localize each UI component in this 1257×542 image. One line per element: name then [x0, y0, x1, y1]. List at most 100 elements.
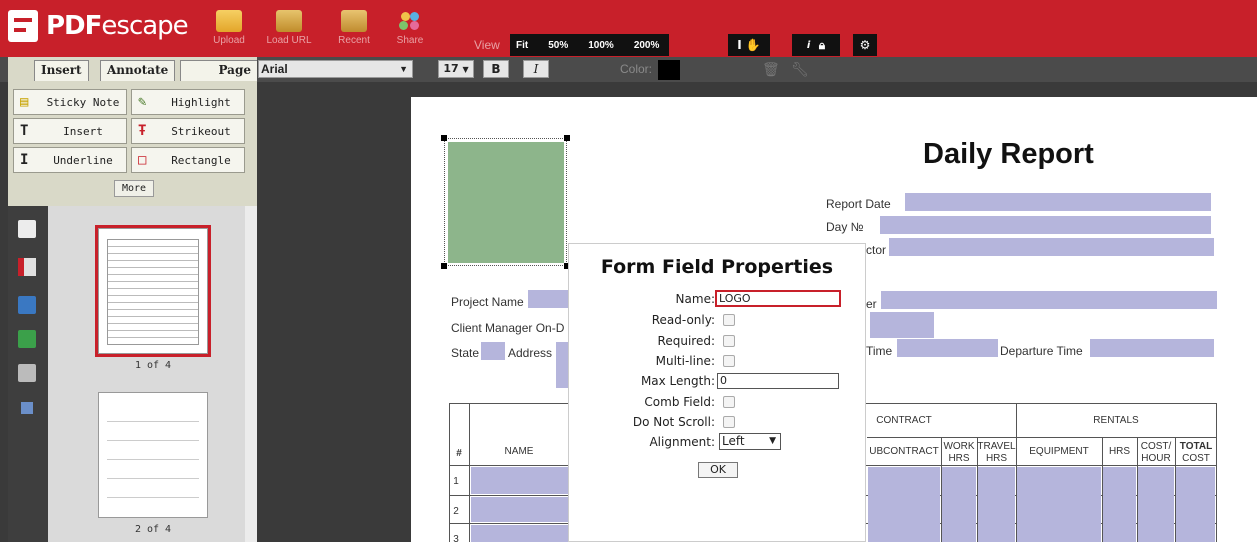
row-number: 3 — [453, 534, 459, 542]
required-checkbox[interactable] — [723, 335, 735, 347]
subcontract-header: UBCONTRACT — [869, 446, 939, 457]
do-not-scroll-checkbox[interactable] — [723, 416, 735, 428]
state-field[interactable] — [481, 342, 505, 360]
underline-button[interactable]: I Underline — [13, 147, 127, 173]
share-label: Share — [396, 35, 424, 46]
italic-button[interactable]: I — [523, 60, 549, 78]
departure-time-field[interactable] — [1090, 339, 1214, 357]
table-cell[interactable] — [1138, 467, 1174, 542]
insert-text-button[interactable]: T Insert — [13, 118, 127, 144]
zoom-200-button[interactable]: 200% — [634, 40, 660, 51]
download-check-icon[interactable] — [18, 330, 36, 348]
table-cell[interactable] — [471, 467, 568, 494]
table-cell[interactable] — [1103, 467, 1136, 542]
load-url-button[interactable]: Load URL — [265, 8, 313, 50]
client-manager-field[interactable] — [870, 312, 934, 338]
settings-button[interactable]: ⚙ — [853, 34, 877, 56]
logo-prefix: PDF — [46, 11, 102, 41]
resize-handle[interactable] — [441, 263, 447, 269]
name-input[interactable]: LOGO — [715, 290, 841, 307]
font-size-value: 17 — [443, 62, 459, 75]
rectangle-icon: □ — [138, 152, 147, 168]
resize-handle[interactable] — [441, 135, 447, 141]
do-not-scroll-label: Do Not Scroll: — [632, 415, 715, 429]
table-cell[interactable] — [1017, 467, 1101, 542]
table-cell[interactable] — [1176, 467, 1215, 542]
table-cell[interactable] — [471, 525, 568, 542]
thumbnail-scrollbar[interactable] — [245, 206, 257, 542]
form-field-properties-dialog: Form Field Properties Name: LOGO Read-on… — [568, 243, 866, 542]
resize-handle[interactable] — [564, 135, 570, 141]
strikeout-icon: Ŧ — [138, 123, 147, 139]
ok-button[interactable]: OK — [698, 462, 738, 478]
print-icon[interactable] — [18, 364, 36, 382]
row-number: 2 — [453, 506, 459, 517]
max-length-input[interactable]: 0 — [717, 373, 839, 389]
wrench-icon[interactable]: 🔧︎ — [791, 62, 809, 78]
strikeout-button[interactable]: Ŧ Strikeout — [131, 118, 245, 144]
thumbnails-icon[interactable] — [21, 402, 33, 414]
recent-button[interactable]: Recent — [330, 8, 378, 50]
project-name-field[interactable] — [528, 290, 570, 308]
zoom-50-button[interactable]: 50% — [548, 40, 568, 51]
share-button[interactable]: Share — [386, 8, 434, 50]
font-select[interactable]: Arial ▼ — [258, 60, 413, 78]
report-date-field[interactable] — [905, 193, 1211, 211]
thumbnail-page-2[interactable] — [98, 392, 208, 518]
work-hrs-header-2: HRS — [948, 453, 970, 464]
readonly-checkbox[interactable] — [723, 314, 735, 326]
more-tools-button[interactable]: More — [114, 180, 154, 197]
pdfescape-logo-icon — [8, 10, 38, 42]
contractor-field[interactable] — [889, 238, 1214, 256]
table-cell[interactable] — [978, 467, 1015, 542]
tab-page[interactable]: Page — [180, 60, 257, 81]
report-date-label: Report Date — [826, 197, 891, 211]
insert-text-icon: T — [20, 123, 29, 139]
select-text-hand-tool[interactable]: I ✋ — [728, 34, 770, 56]
total-cost-header-2: COST — [1182, 453, 1210, 464]
save-disk-icon[interactable] — [18, 296, 36, 314]
multiline-checkbox[interactable] — [723, 355, 735, 367]
pdf-page-icon[interactable] — [18, 258, 36, 276]
highlight-label: Highlight — [171, 96, 231, 109]
font-value: Arial — [261, 62, 288, 76]
arrival-time-label: Time — [866, 344, 893, 358]
row-number-header: # — [456, 448, 462, 459]
trash-icon[interactable]: 🗑︎ — [762, 62, 780, 78]
alignment-select[interactable]: Left ▼ — [719, 433, 781, 450]
lock-icon: 🔒︎ — [818, 37, 826, 52]
rectangle-button[interactable]: □ Rectangle — [131, 147, 245, 173]
zoom-fit-button[interactable]: Fit — [516, 40, 528, 51]
upload-folder-icon — [216, 10, 242, 32]
tab-annotate[interactable]: Annotate — [100, 60, 176, 81]
chevron-down-icon: ▼ — [769, 436, 776, 446]
underline-label: Underline — [53, 154, 113, 167]
highlight-button[interactable]: ✎ Highlight — [131, 89, 245, 115]
table-cell[interactable] — [868, 467, 940, 542]
thumbnail-label-2: 2 of 4 — [134, 524, 172, 535]
page-icon[interactable] — [18, 220, 36, 238]
info-icon: i — [806, 39, 811, 51]
logo-field-selection[interactable] — [444, 138, 567, 266]
bold-button[interactable]: B — [483, 60, 509, 78]
sticky-note-button[interactable]: ▤ Sticky Note — [13, 89, 127, 115]
travel-hrs-header-1: TRAVEL — [977, 441, 1016, 452]
zoom-100-button[interactable]: 100% — [588, 40, 614, 51]
table-cell[interactable] — [942, 467, 976, 542]
table-cell[interactable] — [471, 497, 568, 522]
comb-field-checkbox[interactable] — [723, 396, 735, 408]
number-field[interactable] — [881, 291, 1217, 309]
font-size-select[interactable]: 17 ▼ — [438, 60, 474, 78]
app-logo: PDFescape — [8, 6, 189, 46]
thumbnail-panel: 1 of 4 2 of 4 — [48, 206, 257, 542]
arrival-time-field[interactable] — [897, 339, 998, 357]
tab-insert[interactable]: Insert — [34, 60, 89, 81]
gear-icon: ⚙ — [859, 38, 871, 52]
day-number-field[interactable] — [880, 216, 1211, 234]
info-lock-tool[interactable]: i 🔒︎ — [792, 34, 840, 56]
color-swatch[interactable] — [658, 60, 680, 80]
upload-button[interactable]: Upload — [205, 8, 253, 50]
thumbnail-page-1[interactable] — [95, 225, 211, 357]
departure-time-label: Departure Time — [1000, 344, 1083, 358]
equipment-header: EQUIPMENT — [1029, 446, 1089, 457]
